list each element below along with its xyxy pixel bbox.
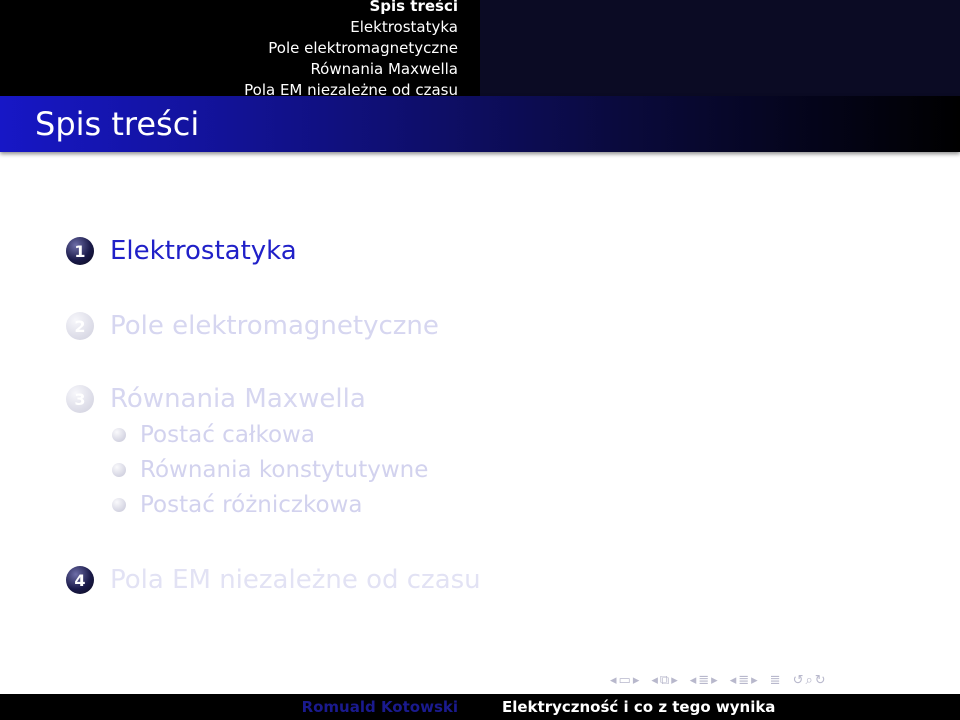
toc-section-label: Pola EM niezależne od czasu	[110, 565, 481, 595]
toc-section-label: Pole elektromagnetyczne	[110, 311, 439, 341]
nav-back-icon[interactable]: ↺	[793, 673, 804, 688]
footline: Romuald Kotowski Elektryczność i co z te…	[0, 694, 960, 720]
nav-appendix-icon[interactable]: ≣	[770, 673, 781, 688]
toc-subsection-3[interactable]: Postać różniczkowa	[112, 492, 362, 518]
nav-subsection-icon[interactable]: ⧉	[660, 673, 669, 688]
nav-prev-icon[interactable]: ◂	[651, 673, 658, 688]
nav-next-icon[interactable]: ▸	[633, 673, 640, 688]
nav-search-icon[interactable]: ⌕	[805, 673, 812, 688]
section-number-ball: 3	[66, 385, 94, 413]
toc-section-2[interactable]: 2 Pole elektromagnetyczne	[66, 311, 439, 341]
nav-frame-group: ◂ ▭ ▸	[610, 673, 641, 688]
toc-section-label: Równania Maxwella	[110, 384, 366, 414]
table-of-contents: 1 Elektrostatyka 2 Pole elektromagnetycz…	[0, 0, 960, 720]
toc-subsection-2[interactable]: Równania konstytutywne	[112, 457, 428, 483]
toc-subsection-1[interactable]: Postać całkowa	[112, 422, 315, 448]
nav-next-icon[interactable]: ▸	[711, 673, 718, 688]
footer-author: Romuald Kotowski	[301, 698, 458, 716]
nav-prev-icon[interactable]: ◂	[730, 673, 737, 688]
toc-subsection-label: Postać różniczkowa	[140, 492, 363, 518]
toc-section-1[interactable]: 1 Elektrostatyka	[66, 236, 297, 266]
nav-appendix-group: ≣	[770, 673, 783, 688]
nav-next-icon[interactable]: ▸	[671, 673, 678, 688]
nav-forward-icon[interactable]: ↻	[815, 673, 826, 688]
footer-title: Elektryczność i co z tego wynika	[502, 698, 776, 716]
section-number-ball: 2	[66, 312, 94, 340]
subsection-bullet-icon	[112, 498, 126, 512]
footline-right: Elektryczność i co z tego wynika	[480, 694, 960, 720]
nav-document-group: ◂ ≣ ▸	[730, 673, 760, 688]
nav-section-group: ◂ ≣ ▸	[690, 673, 720, 688]
nav-frame-icon[interactable]: ▭	[619, 673, 631, 688]
nav-search-group: ↺ ⌕ ↻	[793, 673, 828, 688]
toc-subsection-label: Równania konstytutywne	[140, 457, 429, 483]
toc-section-4[interactable]: 4 Pola EM niezależne od czasu	[66, 565, 481, 595]
toc-subsection-label: Postać całkowa	[140, 422, 315, 448]
nav-subsection-group: ◂ ⧉ ▸	[651, 673, 679, 688]
nav-document-icon[interactable]: ≣	[738, 673, 749, 688]
beamer-nav-symbols: ◂ ▭ ▸ ◂ ⧉ ▸ ◂ ≣ ▸ ◂ ≣ ▸ ≣ ↺ ⌕ ↻	[610, 670, 956, 690]
subsection-bullet-icon	[112, 463, 126, 477]
toc-section-3[interactable]: 3 Równania Maxwella	[66, 384, 366, 414]
subsection-bullet-icon	[112, 428, 126, 442]
section-number-ball: 1	[66, 237, 94, 265]
footline-left: Romuald Kotowski	[0, 694, 480, 720]
nav-next-icon[interactable]: ▸	[751, 673, 758, 688]
nav-prev-icon[interactable]: ◂	[690, 673, 697, 688]
section-number-ball: 4	[66, 566, 94, 594]
toc-section-label: Elektrostatyka	[110, 236, 297, 266]
nav-prev-icon[interactable]: ◂	[610, 673, 617, 688]
nav-section-icon[interactable]: ≣	[698, 673, 709, 688]
